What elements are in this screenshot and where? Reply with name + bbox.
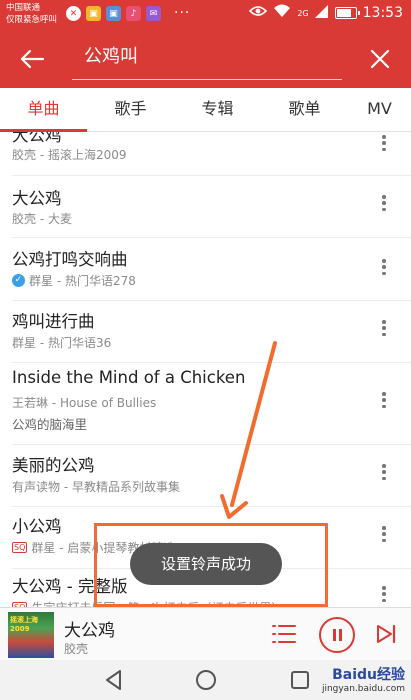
triangle-back-icon bbox=[106, 670, 121, 690]
song-subtitle: ✓ 群星 - 热门华语278 bbox=[12, 272, 136, 289]
song-more-button[interactable] bbox=[379, 389, 389, 411]
status-bar: 中国联通 仅限紧急呼叫 ✕ ▣ ▣ ♪ ✉ ··· 2G 13:53 bbox=[0, 0, 411, 30]
playlist-button[interactable] bbox=[271, 623, 297, 645]
annotation-highlight-box bbox=[94, 523, 328, 607]
song-item[interactable]: 大公鸡 胶壳 - 摇滚上海2009 bbox=[0, 132, 411, 176]
song-title: 美丽的公鸡 bbox=[12, 456, 95, 475]
song-subtitle: 胶壳 - 摇滚上海2009 bbox=[12, 146, 127, 163]
song-item[interactable]: 公鸡打鸣交响曲 ✓ 群星 - 热门华语278 bbox=[0, 237, 411, 300]
music-app-icon: ♪ bbox=[126, 6, 141, 21]
nav-home-button[interactable] bbox=[194, 668, 218, 692]
search-input[interactable]: 公鸡叫 bbox=[72, 40, 342, 80]
nav-back-button[interactable] bbox=[102, 668, 126, 692]
song-subtitle: 群星 - 热门华语36 bbox=[12, 334, 111, 351]
wifi-icon bbox=[273, 4, 291, 22]
circle-home-icon bbox=[196, 670, 216, 690]
notification-icons: ✕ ▣ ▣ ♪ ✉ bbox=[66, 6, 161, 21]
baidu-watermark: Baidu经验 jingyan.baidu.com bbox=[322, 664, 405, 694]
song-more-button[interactable] bbox=[379, 583, 389, 605]
song-title: 大公鸡 bbox=[12, 189, 62, 208]
back-arrow-icon bbox=[20, 49, 45, 69]
song-item[interactable]: Inside the Mind of a Chicken 王若琳 - House… bbox=[0, 362, 411, 444]
now-playing-artist: 胶壳 bbox=[64, 642, 89, 656]
carrier-info: 中国联通 仅限紧急呼叫 bbox=[6, 2, 57, 26]
tab-artists[interactable]: 歌手 bbox=[87, 88, 174, 132]
song-title: Inside the Mind of a Chicken bbox=[12, 368, 246, 387]
now-playing-bar[interactable]: 摇滚上海2009 大公鸡 胶壳 bbox=[0, 607, 411, 660]
battery-fill bbox=[336, 9, 351, 17]
signal-icon bbox=[314, 4, 329, 22]
song-title: 鸡叫进行曲 bbox=[12, 312, 95, 331]
photo-app-icon: ▣ bbox=[106, 6, 121, 21]
back-button[interactable] bbox=[12, 42, 52, 76]
song-item[interactable]: 鸡叫进行曲 群星 - 热门华语36 bbox=[0, 300, 411, 362]
system-nav-bar: Baidu经验 jingyan.baidu.com bbox=[0, 660, 411, 700]
emergency-only-text: 仅限紧急呼叫 bbox=[6, 15, 58, 25]
song-subtitle: 有声读物 - 早教精品系列故事集 bbox=[12, 478, 180, 495]
search-header: 公鸡叫 bbox=[0, 30, 411, 88]
song-lyric-snippet: 公鸡的脑海里 bbox=[12, 417, 88, 432]
tab-mv[interactable]: MV bbox=[348, 88, 411, 132]
song-subtitle: 王若琳 - House of Bullies bbox=[12, 394, 156, 411]
song-more-button[interactable] bbox=[379, 523, 389, 545]
square-recents-icon bbox=[291, 671, 309, 689]
network-type: 2G bbox=[297, 8, 309, 18]
more-notifications-icon: ··· bbox=[174, 5, 191, 21]
song-more-button[interactable] bbox=[379, 192, 389, 214]
playlist-icon bbox=[272, 625, 296, 643]
clock: 13:53 bbox=[362, 5, 403, 21]
sq-quality-badge: SQ bbox=[12, 542, 28, 553]
song-item[interactable]: 美丽的公鸡 有声读物 - 早教精品系列故事集 bbox=[0, 444, 411, 506]
status-indicators: 2G 13:53 bbox=[249, 4, 403, 22]
tab-albums[interactable]: 专辑 bbox=[174, 88, 261, 132]
verified-icon: ✓ bbox=[12, 274, 25, 287]
song-title: 公鸡打鸣交响曲 bbox=[12, 250, 128, 269]
close-icon bbox=[370, 49, 390, 69]
song-more-button[interactable] bbox=[379, 317, 389, 339]
song-artist-album: 群星 - 热门华语278 bbox=[29, 274, 136, 288]
song-title: 小公鸡 bbox=[12, 517, 62, 536]
carrier-name: 中国联通 bbox=[6, 3, 41, 13]
weibo-icon: ✕ bbox=[66, 6, 81, 21]
clear-search-button[interactable] bbox=[363, 42, 397, 76]
result-tabs: 单曲 歌手 专辑 歌单 MV bbox=[0, 88, 411, 132]
song-artist-album: 有声读物 - 早教精品系列故事集 bbox=[12, 480, 180, 494]
next-icon bbox=[377, 624, 396, 644]
song-artist-album: 胶壳 - 摇滚上海2009 bbox=[12, 148, 127, 162]
gallery-app-icon: ▣ bbox=[86, 6, 101, 21]
song-more-button[interactable] bbox=[379, 256, 389, 278]
watermark-logo: Baidu经验 bbox=[332, 667, 405, 683]
song-more-button[interactable] bbox=[379, 132, 389, 154]
watermark-url: jingyan.baidu.com bbox=[321, 684, 405, 694]
tab-playlists[interactable]: 歌单 bbox=[261, 88, 348, 132]
tab-songs[interactable]: 单曲 bbox=[0, 88, 87, 132]
song-artist-album: 王若琳 - House of Bullies bbox=[12, 396, 157, 410]
message-app-icon: ✉ bbox=[146, 6, 161, 21]
next-track-button[interactable] bbox=[375, 623, 397, 645]
pause-button[interactable] bbox=[319, 617, 355, 653]
nav-recents-button[interactable] bbox=[288, 668, 312, 692]
song-subtitle: 胶壳 - 大麦 bbox=[12, 210, 72, 227]
album-art[interactable]: 摇滚上海2009 bbox=[8, 612, 54, 658]
song-item[interactable]: 大公鸡 胶壳 - 大麦 bbox=[0, 175, 411, 237]
song-title: 大公鸡 bbox=[12, 132, 62, 145]
song-artist-album: 群星 - 热门华语36 bbox=[12, 336, 112, 350]
now-playing-title: 大公鸡 bbox=[64, 621, 115, 641]
album-art-text: 摇滚上海2009 bbox=[10, 616, 38, 633]
eye-comfort-icon bbox=[249, 5, 268, 21]
song-more-button[interactable] bbox=[379, 461, 389, 483]
battery-icon bbox=[334, 7, 360, 19]
song-artist-album: 胶壳 - 大麦 bbox=[12, 212, 72, 226]
